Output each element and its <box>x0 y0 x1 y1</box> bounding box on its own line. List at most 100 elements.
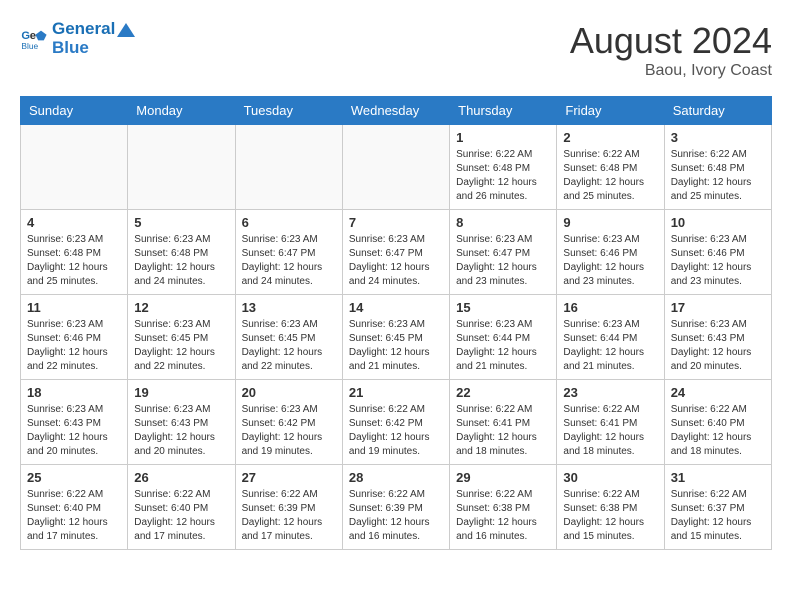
day-cell: 13Sunrise: 6:23 AM Sunset: 6:45 PM Dayli… <box>235 295 342 380</box>
header-tuesday: Tuesday <box>235 97 342 125</box>
day-number: 10 <box>671 215 765 230</box>
day-cell: 4 Sunrise: 6:23 AM Sunset: 6:48 PM Daylig… <box>21 210 128 295</box>
day-info: Sunrise: 6:22 AM Sunset: 6:37 PM Dayligh… <box>671 488 765 544</box>
day-cell: 24 Sunrise: 6:22 AM Sunset: 6:40 PM Dayli… <box>664 380 771 465</box>
calendar-table: SundayMondayTuesdayWednesdayThursdayFrid… <box>20 96 772 550</box>
logo: G e Blue General Blue <box>20 20 135 57</box>
day-cell: 1 Sunrise: 6:22 AM Sunset: 6:48 PM Daylig… <box>450 125 557 210</box>
day-info: Sunrise: 6:23 AM Sunset: 6:48 PM Dayligh… <box>134 233 228 289</box>
calendar-header-row: SundayMondayTuesdayWednesdayThursdayFrid… <box>21 97 772 125</box>
day-number: 11 <box>27 300 121 315</box>
day-number: 17 <box>671 300 765 315</box>
day-number: 14 <box>349 300 443 315</box>
day-info: Sunrise: 6:22 AM Sunset: 6:40 PM Dayligh… <box>27 488 121 544</box>
day-info: Sunrise: 6:22 AM Sunset: 6:38 PM Dayligh… <box>456 488 550 544</box>
day-cell: 29Sunrise: 6:22 AM Sunset: 6:38 PM Dayli… <box>450 465 557 550</box>
day-cell: 12 Sunrise: 6:23 AM Sunset: 6:45 PM Dayli… <box>128 295 235 380</box>
header-wednesday: Wednesday <box>342 97 449 125</box>
day-cell: 23 Sunrise: 6:22 AM Sunset: 6:41 PM Dayli… <box>557 380 664 465</box>
week-row-2: 4 Sunrise: 6:23 AM Sunset: 6:48 PM Daylig… <box>21 210 772 295</box>
day-number: 6 <box>242 215 336 230</box>
day-number: 16 <box>563 300 657 315</box>
day-number: 4 <box>27 215 121 230</box>
day-info: Sunrise: 6:23 AM Sunset: 6:46 PM Dayligh… <box>27 318 121 374</box>
day-info: Sunrise: 6:23 AM Sunset: 6:44 PM Dayligh… <box>563 318 657 374</box>
day-info: Sunrise: 6:23 AM Sunset: 6:47 PM Dayligh… <box>349 233 443 289</box>
day-cell: 11 Sunrise: 6:23 AM Sunset: 6:46 PM Dayli… <box>21 295 128 380</box>
day-number: 1 <box>456 130 550 145</box>
day-number: 15 <box>456 300 550 315</box>
header-sunday: Sunday <box>21 97 128 125</box>
week-row-4: 18 Sunrise: 6:23 AM Sunset: 6:43 PM Dayli… <box>21 380 772 465</box>
day-info: Sunrise: 6:23 AM Sunset: 6:48 PM Dayligh… <box>27 233 121 289</box>
day-info: Sunrise: 6:22 AM Sunset: 6:40 PM Dayligh… <box>671 403 765 459</box>
week-row-1: 1 Sunrise: 6:22 AM Sunset: 6:48 PM Daylig… <box>21 125 772 210</box>
day-cell: 6 Sunrise: 6:23 AM Sunset: 6:47 PM Daylig… <box>235 210 342 295</box>
day-info: Sunrise: 6:23 AM Sunset: 6:45 PM Dayligh… <box>349 318 443 374</box>
day-info: Sunrise: 6:23 AM Sunset: 6:43 PM Dayligh… <box>671 318 765 374</box>
day-cell: 21 Sunrise: 6:22 AM Sunset: 6:42 PM Dayli… <box>342 380 449 465</box>
day-number: 5 <box>134 215 228 230</box>
day-number: 18 <box>27 385 121 400</box>
svg-text:Blue: Blue <box>21 40 38 50</box>
week-row-3: 11 Sunrise: 6:23 AM Sunset: 6:46 PM Dayli… <box>21 295 772 380</box>
day-number: 24 <box>671 385 765 400</box>
day-number: 13 <box>242 300 336 315</box>
day-number: 9 <box>563 215 657 230</box>
day-cell: 27 Sunrise: 6:22 AM Sunset: 6:39 PM Dayli… <box>235 465 342 550</box>
day-info: Sunrise: 6:23 AM Sunset: 6:47 PM Dayligh… <box>242 233 336 289</box>
calendar-subtitle: Baou, Ivory Coast <box>570 62 772 80</box>
day-info: Sunrise: 6:22 AM Sunset: 6:38 PM Dayligh… <box>563 488 657 544</box>
day-cell <box>342 125 449 210</box>
day-cell <box>235 125 342 210</box>
day-cell: 31 Sunrise: 6:22 AM Sunset: 6:37 PM Dayli… <box>664 465 771 550</box>
day-cell: 7Sunrise: 6:23 AM Sunset: 6:47 PM Daylig… <box>342 210 449 295</box>
header-friday: Friday <box>557 97 664 125</box>
day-cell: 2 Sunrise: 6:22 AM Sunset: 6:48 PM Daylig… <box>557 125 664 210</box>
day-number: 21 <box>349 385 443 400</box>
logo-text-line2: Blue <box>52 39 135 58</box>
day-info: Sunrise: 6:22 AM Sunset: 6:39 PM Dayligh… <box>242 488 336 544</box>
day-number: 12 <box>134 300 228 315</box>
day-info: Sunrise: 6:22 AM Sunset: 6:48 PM Dayligh… <box>456 148 550 204</box>
day-info: Sunrise: 6:22 AM Sunset: 6:42 PM Dayligh… <box>349 403 443 459</box>
header-saturday: Saturday <box>664 97 771 125</box>
day-number: 3 <box>671 130 765 145</box>
day-info: Sunrise: 6:23 AM Sunset: 6:45 PM Dayligh… <box>134 318 228 374</box>
day-cell: 25 Sunrise: 6:22 AM Sunset: 6:40 PM Dayli… <box>21 465 128 550</box>
header-thursday: Thursday <box>450 97 557 125</box>
day-info: Sunrise: 6:22 AM Sunset: 6:48 PM Dayligh… <box>671 148 765 204</box>
day-info: Sunrise: 6:22 AM Sunset: 6:41 PM Dayligh… <box>563 403 657 459</box>
day-cell: 30 Sunrise: 6:22 AM Sunset: 6:38 PM Dayli… <box>557 465 664 550</box>
day-number: 8 <box>456 215 550 230</box>
day-number: 25 <box>27 470 121 485</box>
day-info: Sunrise: 6:23 AM Sunset: 6:46 PM Dayligh… <box>563 233 657 289</box>
day-cell: 28Sunrise: 6:22 AM Sunset: 6:39 PM Dayli… <box>342 465 449 550</box>
day-cell: 8 Sunrise: 6:23 AM Sunset: 6:47 PM Daylig… <box>450 210 557 295</box>
day-cell: 14 Sunrise: 6:23 AM Sunset: 6:45 PM Dayli… <box>342 295 449 380</box>
day-info: Sunrise: 6:23 AM Sunset: 6:43 PM Dayligh… <box>134 403 228 459</box>
logo-text-line1: General <box>52 20 135 39</box>
day-cell: 17 Sunrise: 6:23 AM Sunset: 6:43 PM Dayli… <box>664 295 771 380</box>
day-cell: 9 Sunrise: 6:23 AM Sunset: 6:46 PM Daylig… <box>557 210 664 295</box>
day-number: 28 <box>349 470 443 485</box>
day-number: 20 <box>242 385 336 400</box>
day-number: 2 <box>563 130 657 145</box>
day-cell: 5 Sunrise: 6:23 AM Sunset: 6:48 PM Daylig… <box>128 210 235 295</box>
day-number: 31 <box>671 470 765 485</box>
header-monday: Monday <box>128 97 235 125</box>
day-number: 27 <box>242 470 336 485</box>
day-cell: 16 Sunrise: 6:23 AM Sunset: 6:44 PM Dayli… <box>557 295 664 380</box>
page-header: G e Blue General Blue August 2024 Baou, … <box>20 20 772 80</box>
day-cell: 18Sunrise: 6:23 AM Sunset: 6:43 PM Dayli… <box>21 380 128 465</box>
day-cell: 26 Sunrise: 6:22 AM Sunset: 6:40 PM Dayli… <box>128 465 235 550</box>
day-number: 26 <box>134 470 228 485</box>
logo-icon: G e Blue <box>20 25 48 53</box>
day-cell <box>21 125 128 210</box>
day-info: Sunrise: 6:22 AM Sunset: 6:48 PM Dayligh… <box>563 148 657 204</box>
day-number: 30 <box>563 470 657 485</box>
day-info: Sunrise: 6:23 AM Sunset: 6:47 PM Dayligh… <box>456 233 550 289</box>
calendar-title: August 2024 <box>570 20 772 62</box>
day-info: Sunrise: 6:22 AM Sunset: 6:40 PM Dayligh… <box>134 488 228 544</box>
day-number: 23 <box>563 385 657 400</box>
